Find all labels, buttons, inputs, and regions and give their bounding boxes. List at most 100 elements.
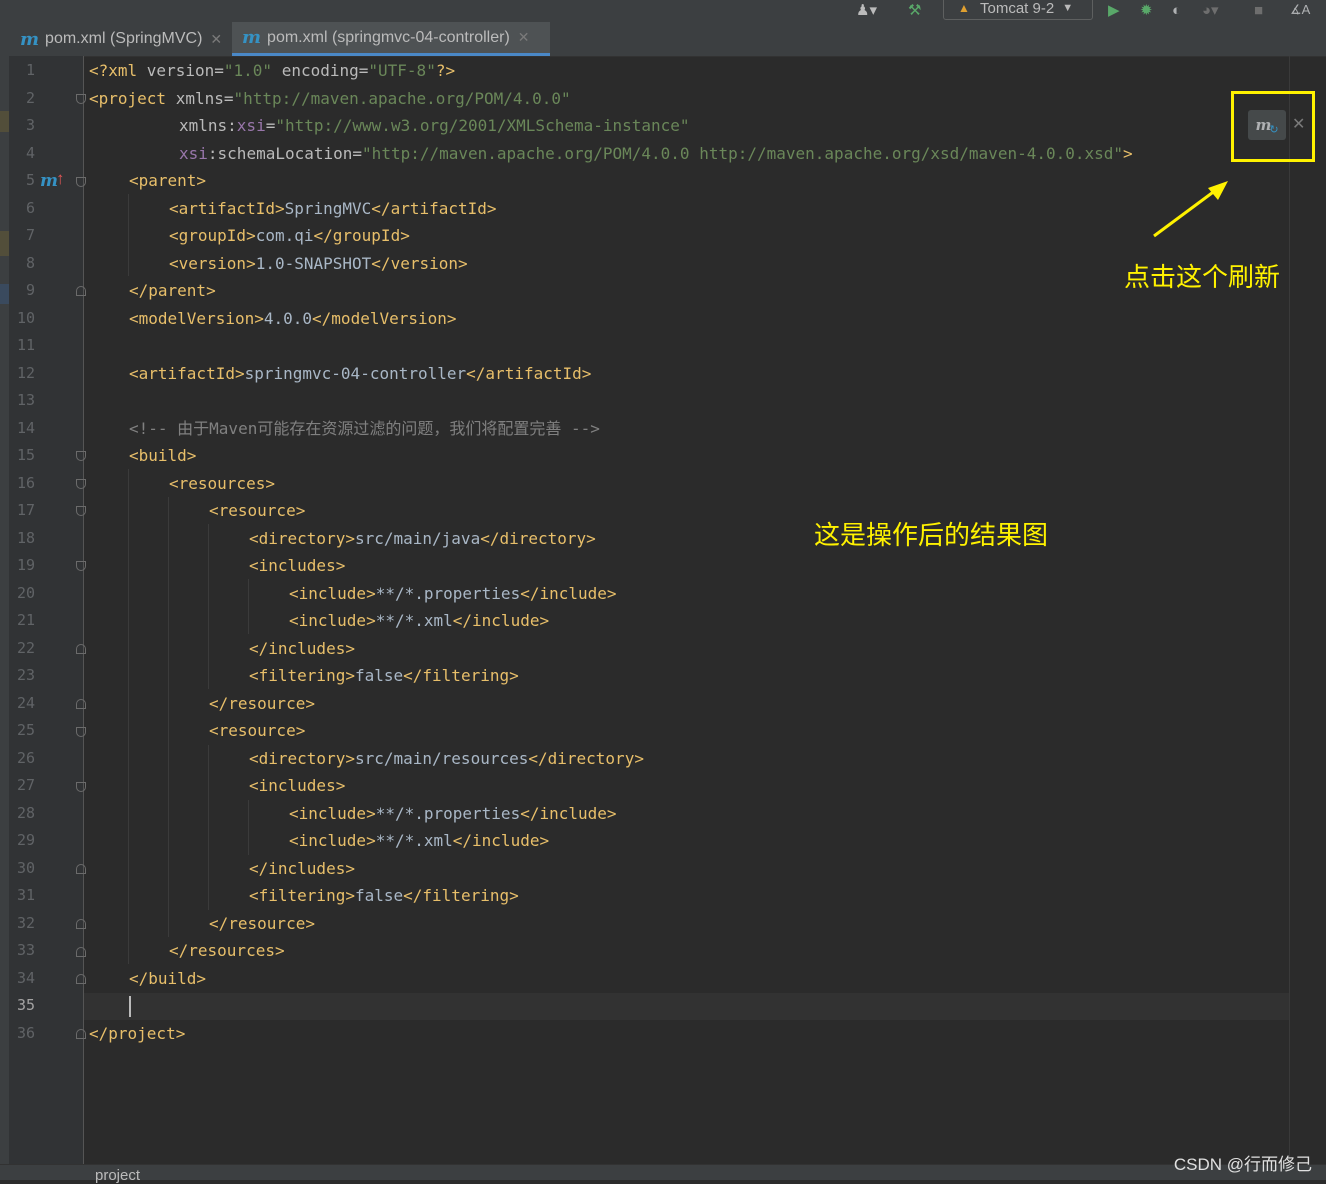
breadcrumb-bar: project xyxy=(0,1164,1326,1184)
line-number: 4 xyxy=(25,143,35,162)
line-number: 33 xyxy=(16,941,35,959)
fold-icon[interactable] xyxy=(76,947,86,957)
indent-guide xyxy=(248,579,249,634)
line-number: 5 xyxy=(25,171,35,189)
line-number: 13 xyxy=(16,391,35,409)
code-line-20: <include>**/*.properties</include> xyxy=(289,583,617,603)
indent-guide xyxy=(168,497,169,937)
close-icon[interactable]: ✕ xyxy=(210,31,222,48)
line-number: 11 xyxy=(16,336,35,354)
line-number: 32 xyxy=(16,913,35,932)
build-hammer-icon[interactable]: ⚒ xyxy=(908,0,921,20)
run-icon[interactable]: ▶ xyxy=(1108,0,1120,20)
close-icon[interactable]: ✕ xyxy=(518,29,530,46)
indent-guide xyxy=(128,194,129,276)
code-line-4: xsi:schemaLocation="http://maven.apache.… xyxy=(179,143,1133,163)
fold-icon[interactable] xyxy=(76,1029,86,1039)
fold-icon[interactable] xyxy=(76,644,86,654)
current-line-highlight xyxy=(84,993,1290,1020)
fold-icon[interactable] xyxy=(76,974,86,984)
line-number: 21 xyxy=(16,611,35,629)
line-number: 1 xyxy=(25,61,35,79)
annotation-click-refresh: 点击这个刷新 xyxy=(1124,263,1281,293)
fold-icon[interactable] xyxy=(76,919,86,929)
tab-pom-springmvc[interactable]: m pom.xml (SpringMVC) ✕ xyxy=(12,22,230,56)
fold-icon[interactable] xyxy=(76,451,86,461)
code-line-21: <include>**/*.xml</include> xyxy=(289,611,550,630)
line-number: 15 xyxy=(16,446,35,464)
profile-icon[interactable]: ◕▾ xyxy=(1202,0,1219,20)
line-number: 30 xyxy=(16,858,35,877)
user-icon[interactable]: ♟▾ xyxy=(856,0,877,20)
code-line-15: <build> xyxy=(129,446,197,465)
fold-icon[interactable] xyxy=(76,699,86,709)
coverage-icon[interactable]: ◐ xyxy=(1172,0,1181,20)
code-line-1: <?xml version="1.0" encoding="UTF-8"?> xyxy=(89,61,456,80)
code-line-31: <filtering>false</filtering> xyxy=(249,886,519,905)
watermark: CSDN @行而修己 xyxy=(1173,1155,1312,1174)
fold-icon[interactable] xyxy=(76,177,86,187)
line-number: 19 xyxy=(16,556,35,574)
code-line-32: </resource> xyxy=(209,913,315,933)
code-line-26: <directory>src/main/resources</directory… xyxy=(249,748,644,768)
editor-tabs: m pom.xml (SpringMVC) ✕ m pom.xml (sprin… xyxy=(0,22,1326,57)
change-marker xyxy=(0,231,9,256)
line-number: 18 xyxy=(16,528,35,547)
code-line-22: </includes> xyxy=(249,638,355,658)
run-configuration-select[interactable]: ▲ Tomcat 9-2 ▼ xyxy=(943,0,1093,20)
line-number: 2 xyxy=(25,88,35,107)
code-line-27: <includes> xyxy=(249,776,346,795)
text-caret xyxy=(129,996,131,1017)
line-number: 16 xyxy=(16,473,35,492)
indent-guide xyxy=(248,800,249,855)
line-number: 27 xyxy=(16,776,35,794)
indent-guide xyxy=(128,469,129,964)
line-number: 22 xyxy=(16,638,35,657)
change-marker xyxy=(0,284,9,304)
code-line-14: <!-- 由于Maven可能存在资源过滤的问题，我们将配置完善 --> xyxy=(129,418,600,438)
fold-icon[interactable] xyxy=(76,94,86,104)
breadcrumb[interactable]: project xyxy=(95,1167,140,1184)
maven-file-icon: m xyxy=(20,28,40,50)
line-number: 20 xyxy=(16,583,35,602)
main-toolbar: ♟▾ ⚒ ▲ Tomcat 9-2 ▼ ▶ ✹ ◐ ◕▾ ■ ∡A xyxy=(0,0,1326,22)
indent-guide xyxy=(208,745,209,910)
code-line-25: <resource> xyxy=(209,721,306,740)
translate-icon[interactable]: ∡A xyxy=(1290,0,1310,20)
code-line-34: </build> xyxy=(129,968,207,988)
code-line-33: </resources> xyxy=(169,941,285,960)
line-number: 34 xyxy=(16,968,35,987)
fold-icon[interactable] xyxy=(76,864,86,874)
annotation-result: 这是操作后的结果图 xyxy=(814,521,1049,551)
line-number: 12 xyxy=(16,363,35,382)
fold-icon[interactable] xyxy=(76,727,86,737)
code-line-18: <directory>src/main/java</directory> xyxy=(249,528,596,548)
tab-pom-springmvc-04-controller[interactable]: m pom.xml (springmvc-04-controller) ✕ xyxy=(232,22,550,56)
line-number: 8 xyxy=(25,253,35,272)
fold-icon[interactable] xyxy=(76,506,86,516)
debug-icon[interactable]: ✹ xyxy=(1140,0,1153,20)
line-number: 14 xyxy=(16,418,35,437)
line-number: 3 xyxy=(25,116,35,134)
left-tool-strip xyxy=(0,56,9,1179)
line-number: 9 xyxy=(25,281,35,299)
line-number: 31 xyxy=(16,886,35,904)
code-line-30: </includes> xyxy=(249,858,355,878)
code-line-12: <artifactId>springmvc-04-controller</art… xyxy=(129,363,592,383)
code-line-7: <groupId>com.qi</groupId> xyxy=(169,226,410,245)
line-number: 7 xyxy=(25,226,35,244)
fold-icon[interactable] xyxy=(76,286,86,296)
line-number: 29 xyxy=(16,831,35,849)
code-line-17: <resource> xyxy=(209,501,306,520)
line-number: 28 xyxy=(16,803,35,822)
navigate-up-arrow-icon[interactable]: ↑ xyxy=(56,169,65,189)
tab-label: pom.xml (springmvc-04-controller) xyxy=(267,28,510,46)
code-line-2: <project xmlns="http://maven.apache.org/… xyxy=(89,88,571,108)
fold-icon[interactable] xyxy=(76,782,86,792)
fold-icon[interactable] xyxy=(76,479,86,489)
code-line-28: <include>**/*.properties</include> xyxy=(289,803,617,823)
code-line-36: </project> xyxy=(89,1023,186,1043)
stop-icon[interactable]: ■ xyxy=(1254,0,1263,20)
line-number: 36 xyxy=(16,1023,35,1042)
fold-icon[interactable] xyxy=(76,561,86,571)
